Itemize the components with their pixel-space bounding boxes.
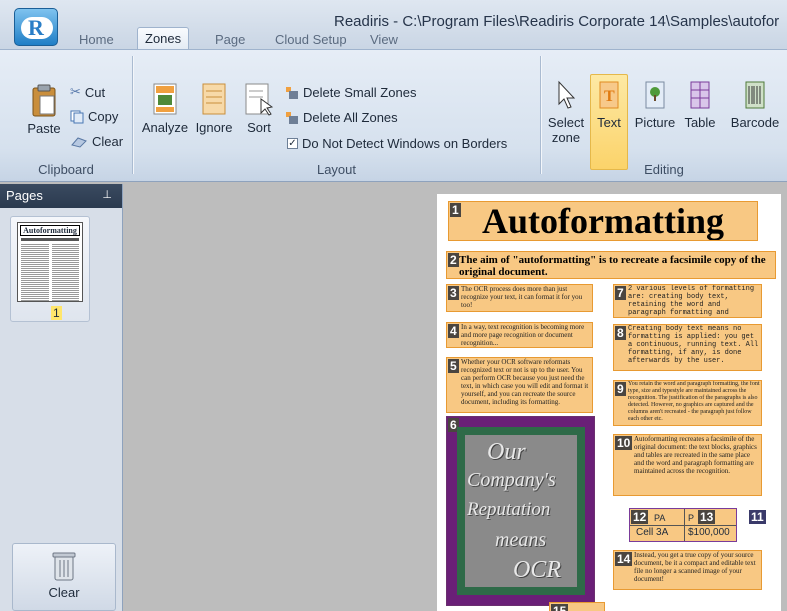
sort-button[interactable]: Sort bbox=[242, 83, 276, 135]
zone-8[interactable]: 8 Creating body text means no formatting… bbox=[613, 324, 762, 371]
analyze-button[interactable]: Analyze bbox=[140, 83, 190, 135]
app-menu-button[interactable]: R bbox=[14, 8, 58, 46]
cut-button[interactable]: ✂ Cut bbox=[70, 84, 105, 100]
clear-button[interactable]: Clear bbox=[70, 134, 123, 149]
eraser-icon bbox=[71, 136, 87, 148]
document-workspace: 1 Autoformatting 2 The aim of "autoforma… bbox=[124, 184, 787, 611]
picture-zone-button[interactable]: Picture bbox=[633, 80, 677, 130]
delete-small-zones-button[interactable]: Delete Small Zones bbox=[285, 85, 416, 100]
table-zone[interactable]: 12 PA P 13 Cell 3A $100,000 bbox=[629, 508, 737, 542]
analyze-icon bbox=[153, 83, 177, 115]
zone-5[interactable]: 5 Whether your OCR software reformats re… bbox=[446, 357, 593, 413]
text-zone-icon: T bbox=[599, 81, 619, 109]
no-detect-windows-checkbox[interactable]: ✓ Do Not Detect Windows on Borders bbox=[287, 136, 507, 151]
scissors-icon: ✂ bbox=[70, 84, 81, 99]
delete-zones-icon bbox=[286, 86, 298, 99]
barcode-zone-button[interactable]: Barcode bbox=[727, 80, 783, 130]
barcode-zone-icon bbox=[745, 81, 765, 109]
zone-14[interactable]: 14 Instead, you get a true copy of your … bbox=[613, 550, 762, 590]
clear-pages-button[interactable]: Clear bbox=[12, 543, 116, 611]
company-reputation-image: Our Company's Reputation means OCR bbox=[465, 435, 577, 587]
zone-9[interactable]: 9 You retain the word and paragraph form… bbox=[613, 380, 762, 426]
zone-1[interactable]: 1 Autoformatting bbox=[448, 201, 758, 241]
svg-text:T: T bbox=[604, 88, 615, 105]
page-thumbnail[interactable]: Autoformatting 1 bbox=[10, 216, 90, 322]
copy-icon bbox=[70, 110, 84, 123]
editing-group-label: Editing bbox=[644, 162, 684, 177]
document-page: 1 Autoformatting 2 The aim of "autoforma… bbox=[437, 194, 781, 611]
title-bar: R Readiris - C:\Program Files\Readiris C… bbox=[0, 0, 787, 50]
trash-icon bbox=[52, 552, 76, 581]
sort-icon bbox=[245, 83, 274, 116]
cursor-arrow-icon bbox=[558, 80, 576, 109]
copy-button[interactable]: Copy bbox=[70, 109, 118, 124]
zone-2[interactable]: 2 The aim of "autoformatting" is to recr… bbox=[446, 251, 776, 279]
zone-4[interactable]: 4 In a way, text recognition is becoming… bbox=[446, 322, 593, 348]
zone-13-label: 13 bbox=[698, 510, 716, 524]
zone-12-label: 12 bbox=[631, 510, 649, 524]
zone-6-picture[interactable]: 6 Our Company's Reputation means OCR bbox=[446, 416, 595, 606]
delete-all-zones-button[interactable]: Delete All Zones bbox=[285, 110, 398, 125]
paste-icon bbox=[32, 84, 56, 117]
window-title: Readiris - C:\Program Files\Readiris Cor… bbox=[334, 13, 780, 30]
pages-panel-header: Pages ⊥ bbox=[0, 184, 122, 208]
zone-11-label: 11 bbox=[749, 510, 766, 524]
page-thumbnail-image: Autoformatting bbox=[17, 222, 83, 302]
picture-zone-icon bbox=[645, 81, 665, 109]
select-zone-button[interactable]: Select zone bbox=[546, 80, 586, 145]
paste-button[interactable]: Paste bbox=[24, 84, 64, 136]
pin-icon[interactable]: ⊥ bbox=[102, 188, 112, 201]
page-number-label: 1 bbox=[51, 306, 62, 320]
ribbon: Paste ✂ Cut Copy Clear Clipboard Analyze… bbox=[0, 49, 787, 182]
pages-panel: Pages ⊥ Autoformatting 1 Clear bbox=[0, 184, 123, 611]
zone-10[interactable]: 10 Autoformatting recreates a facsimile … bbox=[613, 434, 762, 496]
table-zone-icon bbox=[690, 81, 710, 109]
table-zone-button[interactable]: Table bbox=[680, 80, 720, 130]
layout-group-label: Layout bbox=[316, 162, 357, 177]
zone-15[interactable]: 15 bbox=[549, 602, 605, 611]
checkbox-checked-icon: ✓ bbox=[287, 138, 298, 149]
ignore-icon bbox=[202, 83, 226, 115]
text-zone-button[interactable]: T Text bbox=[592, 80, 626, 130]
zone-3[interactable]: 3 The OCR process does more than just re… bbox=[446, 284, 593, 312]
tab-zones[interactable]: Zones bbox=[137, 27, 190, 49]
clipboard-group-label: Clipboard bbox=[38, 162, 94, 177]
ignore-button[interactable]: Ignore bbox=[192, 83, 236, 135]
zone-7[interactable]: 7 2 various levels of formatting are: cr… bbox=[613, 284, 762, 318]
delete-zones-icon bbox=[286, 111, 298, 124]
